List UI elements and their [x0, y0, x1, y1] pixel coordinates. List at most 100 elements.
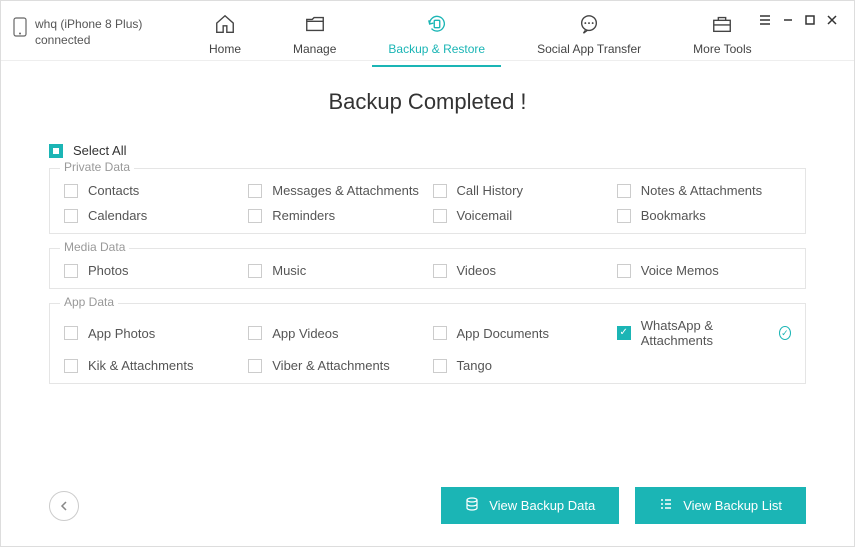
select-all-checkbox[interactable]: [49, 144, 63, 158]
restore-icon: [425, 13, 449, 38]
opt-tango[interactable]: Tango: [433, 358, 607, 373]
checkbox[interactable]: [433, 326, 447, 340]
opt-label: Reminders: [272, 208, 335, 223]
opt-photos[interactable]: Photos: [64, 263, 238, 278]
opt-bookmarks[interactable]: Bookmarks: [617, 208, 791, 223]
checkbox[interactable]: [64, 326, 78, 340]
opt-voice-memos[interactable]: Voice Memos: [617, 263, 791, 278]
opt-label: WhatsApp & Attachments: [641, 318, 765, 348]
opt-whatsapp[interactable]: WhatsApp & Attachments: [617, 318, 791, 348]
group-private-data: Private Data Contacts Messages & Attachm…: [49, 168, 806, 234]
toolbox-icon: [710, 13, 734, 38]
checkbox[interactable]: [64, 184, 78, 198]
opt-reminders[interactable]: Reminders: [248, 208, 422, 223]
opt-videos[interactable]: Videos: [433, 263, 607, 278]
checkbox[interactable]: [248, 184, 262, 198]
close-icon[interactable]: [826, 14, 838, 29]
checkbox[interactable]: [617, 184, 631, 198]
opt-app-photos[interactable]: App Photos: [64, 318, 238, 348]
device-status: connected: [35, 33, 142, 49]
opt-label: App Videos: [272, 326, 338, 341]
device-name: whq (iPhone 8 Plus): [35, 17, 142, 33]
folder-icon: [303, 13, 327, 38]
checkbox[interactable]: [433, 184, 447, 198]
nav-manage-label: Manage: [293, 42, 336, 56]
nav-social[interactable]: Social App Transfer: [531, 9, 647, 66]
device-info: whq (iPhone 8 Plus) connected: [13, 9, 183, 48]
window-controls: [758, 9, 842, 30]
checkbox[interactable]: [617, 264, 631, 278]
opt-app-documents[interactable]: App Documents: [433, 318, 607, 348]
nav-home-label: Home: [209, 42, 241, 56]
opt-voicemail[interactable]: Voicemail: [433, 208, 607, 223]
button-label: View Backup Data: [489, 498, 595, 513]
stack-icon: [465, 497, 479, 514]
checkbox[interactable]: [248, 209, 262, 223]
nav-manage[interactable]: Manage: [287, 9, 342, 66]
nav-more-label: More Tools: [693, 42, 751, 56]
app-header: whq (iPhone 8 Plus) connected Home Manag…: [1, 1, 854, 61]
page-title: Backup Completed !: [49, 89, 806, 115]
opt-label: Music: [272, 263, 306, 278]
chevron-left-icon: [59, 501, 69, 511]
select-all-label: Select All: [73, 143, 126, 158]
checkbox[interactable]: [433, 264, 447, 278]
opt-messages[interactable]: Messages & Attachments: [248, 183, 422, 198]
opt-label: App Documents: [457, 326, 550, 341]
group-app-data: App Data App Photos App Videos App Docum…: [49, 303, 806, 384]
opt-label: Voice Memos: [641, 263, 719, 278]
opt-calendars[interactable]: Calendars: [64, 208, 238, 223]
opt-label: Videos: [457, 263, 497, 278]
view-backup-list-button[interactable]: View Backup List: [635, 487, 806, 524]
footer: View Backup Data View Backup List: [49, 487, 806, 524]
checkbox[interactable]: [617, 209, 631, 223]
nav-backup-restore[interactable]: Backup & Restore: [382, 9, 491, 66]
checkbox[interactable]: [433, 359, 447, 373]
opt-viber[interactable]: Viber & Attachments: [248, 358, 422, 373]
select-all-row[interactable]: Select All: [49, 143, 806, 158]
chat-icon: [577, 13, 601, 38]
opt-label: Tango: [457, 358, 492, 373]
checkbox[interactable]: [248, 359, 262, 373]
home-icon: [213, 13, 237, 38]
phone-icon: [13, 17, 27, 40]
opt-label: Call History: [457, 183, 523, 198]
opt-label: Notes & Attachments: [641, 183, 762, 198]
opt-label: Bookmarks: [641, 208, 706, 223]
opt-label: Calendars: [88, 208, 147, 223]
button-label: View Backup List: [683, 498, 782, 513]
opt-contacts[interactable]: Contacts: [64, 183, 238, 198]
opt-app-videos[interactable]: App Videos: [248, 318, 422, 348]
nav-home[interactable]: Home: [203, 9, 247, 66]
group-label: Media Data: [60, 240, 129, 254]
group-label: Private Data: [60, 160, 134, 174]
checkbox[interactable]: [64, 209, 78, 223]
main-nav: Home Manage Backup & Restore Social App …: [183, 9, 758, 66]
opt-kik[interactable]: Kik & Attachments: [64, 358, 238, 373]
checkbox[interactable]: [617, 326, 631, 340]
main-content: Backup Completed ! Select All Private Da…: [1, 61, 854, 408]
opt-notes[interactable]: Notes & Attachments: [617, 183, 791, 198]
opt-call-history[interactable]: Call History: [433, 183, 607, 198]
checkbox[interactable]: [248, 326, 262, 340]
checkbox[interactable]: [64, 264, 78, 278]
checkbox[interactable]: [433, 209, 447, 223]
nav-more-tools[interactable]: More Tools: [687, 9, 757, 66]
maximize-icon[interactable]: [804, 14, 816, 29]
opt-music[interactable]: Music: [248, 263, 422, 278]
opt-label: Voicemail: [457, 208, 513, 223]
list-icon: [659, 497, 673, 514]
nav-backup-restore-label: Backup & Restore: [388, 42, 485, 56]
view-backup-data-button[interactable]: View Backup Data: [441, 487, 619, 524]
group-media-data: Media Data Photos Music Videos Voice Mem…: [49, 248, 806, 289]
back-button[interactable]: [49, 491, 79, 521]
opt-label: Messages & Attachments: [272, 183, 419, 198]
group-label: App Data: [60, 295, 118, 309]
minimize-icon[interactable]: [782, 14, 794, 29]
menu-icon[interactable]: [758, 13, 772, 30]
opt-label: Contacts: [88, 183, 139, 198]
checkbox[interactable]: [64, 359, 78, 373]
checkbox[interactable]: [248, 264, 262, 278]
opt-label: Viber & Attachments: [272, 358, 390, 373]
opt-label: App Photos: [88, 326, 155, 341]
